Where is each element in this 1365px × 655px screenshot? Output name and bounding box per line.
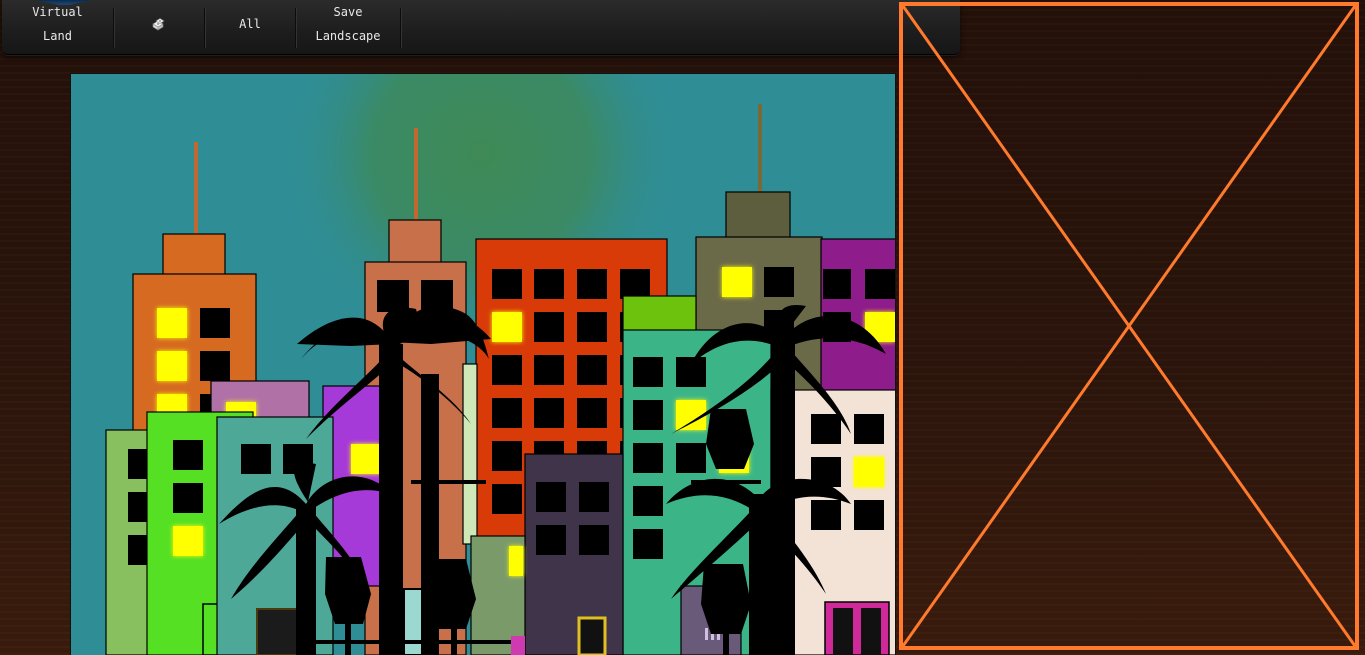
landscape-canvas[interactable] bbox=[71, 74, 895, 655]
virtual-land-label-line2: Land bbox=[43, 29, 72, 43]
save-landscape-button[interactable]: Save Landscape bbox=[296, 5, 401, 48]
virtual-land-label-line1: Virtual bbox=[32, 5, 83, 19]
save-label-line2: Landscape bbox=[315, 29, 381, 43]
city-landscape-illustration bbox=[71, 74, 895, 655]
virtual-land-button[interactable]: Virtual Land bbox=[2, 5, 114, 48]
all-button[interactable]: All bbox=[205, 8, 296, 48]
all-label: All bbox=[239, 17, 261, 31]
top-toolbar: Virtual Land All Save Landscape bbox=[2, 0, 960, 55]
broken-image-placeholder bbox=[899, 2, 1359, 650]
broken-image-x-icon bbox=[899, 2, 1359, 650]
randomize-button[interactable] bbox=[114, 8, 205, 48]
save-label-line1: Save bbox=[333, 5, 363, 19]
building-pale bbox=[462, 363, 478, 545]
dice-icon bbox=[152, 18, 165, 31]
